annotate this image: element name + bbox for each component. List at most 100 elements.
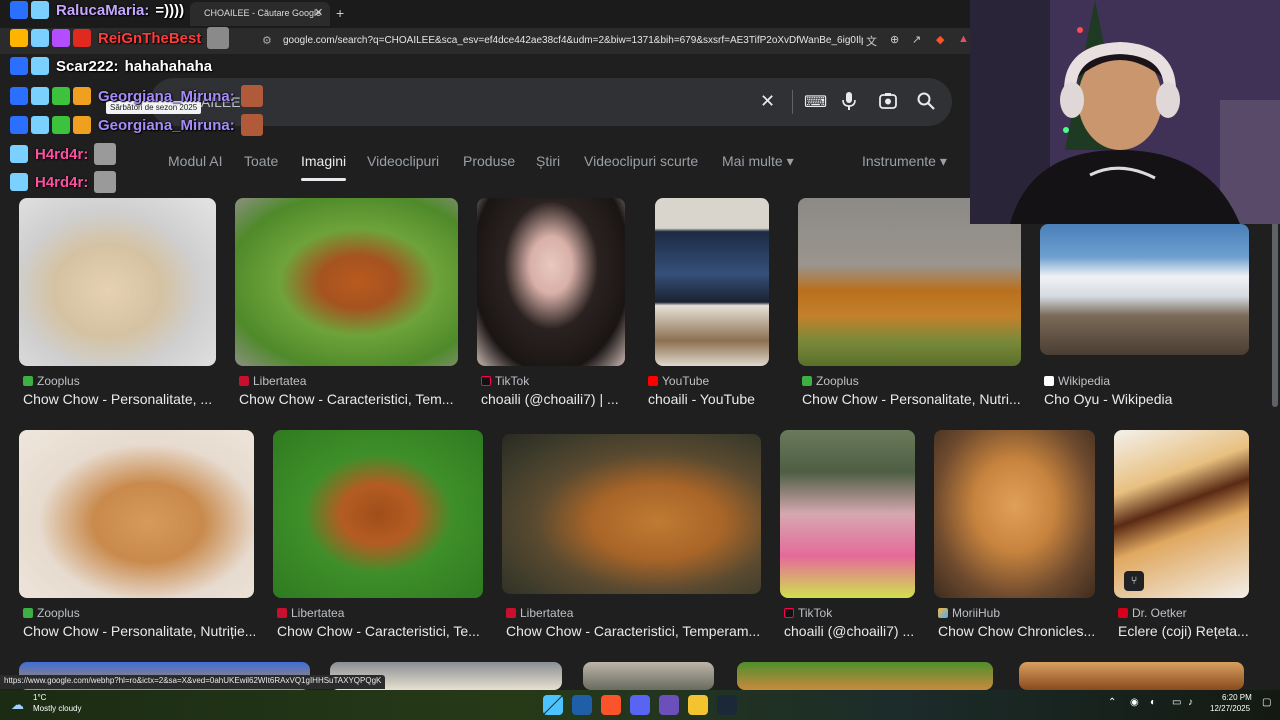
scrollbar-thumb[interactable] xyxy=(1272,222,1278,407)
search-box[interactable]: OAILEE ✕ ⌨ xyxy=(150,78,952,126)
result-thumbnail[interactable] xyxy=(583,662,714,690)
file-explorer-icon[interactable] xyxy=(688,695,708,715)
tray-app-icon[interactable]: ◉ xyxy=(1130,697,1139,708)
result-title[interactable]: Chow Chow Chronicles... xyxy=(938,623,1096,639)
browser-tab[interactable]: CHOAILEE - Căutare Google ✕ xyxy=(190,2,330,26)
tab-more[interactable]: Mai multe ▾ xyxy=(722,153,794,170)
obs-icon[interactable] xyxy=(659,695,679,715)
result-thumbnail[interactable] xyxy=(477,198,625,366)
result-title[interactable]: choaili (@choaili7) ... xyxy=(784,623,916,639)
result-thumbnail[interactable] xyxy=(1019,662,1244,690)
result-thumbnail[interactable] xyxy=(273,430,483,598)
task-view-icon[interactable] xyxy=(572,695,592,715)
brave-icon[interactable] xyxy=(601,695,621,715)
weather-icon[interactable]: ☁ xyxy=(11,697,24,713)
zoom-icon[interactable]: ⊕ xyxy=(890,33,899,46)
tab-videos[interactable]: Videoclipuri xyxy=(367,153,439,169)
chat-message: H4rd4r: xyxy=(10,170,117,194)
tab-all[interactable]: Toate xyxy=(244,153,278,169)
result-thumbnail[interactable] xyxy=(1040,224,1249,355)
result-title[interactable]: Eclere (coji) Rețeta... xyxy=(1118,623,1250,639)
result-source-label: Libertatea xyxy=(291,606,345,620)
keyboard-icon[interactable]: ⌨ xyxy=(804,92,827,112)
tray-chevron-icon[interactable]: ⌃ xyxy=(1108,697,1116,708)
chat-message: ReiGnTheBest xyxy=(10,26,230,50)
result-thumbnail[interactable] xyxy=(502,434,761,594)
result-title[interactable]: Chow Chow - Caracteristici, Temperam... xyxy=(506,623,761,639)
result-title[interactable]: Chow Chow - Caracteristici, Tem... xyxy=(239,391,457,407)
result-title[interactable]: choaili (@choaili7) | ... xyxy=(481,391,626,407)
result-thumbnail[interactable] xyxy=(19,198,216,366)
microphone-icon[interactable] xyxy=(842,92,856,114)
clock-time[interactable]: 6:20 PM xyxy=(1222,693,1252,702)
result-thumbnail[interactable] xyxy=(235,198,458,366)
chat-message: RalucaMaria: =)))) xyxy=(10,0,184,22)
search-icon[interactable] xyxy=(916,91,936,116)
result-thumbnail[interactable] xyxy=(737,662,993,690)
emote-icon xyxy=(240,114,263,136)
rewards-icon[interactable]: ▲ xyxy=(958,33,969,45)
tools-button[interactable]: Instrumente ▾ xyxy=(862,153,947,170)
result-title[interactable]: choaili - YouTube xyxy=(648,391,788,407)
chat-message: Scar222: hahahahaha xyxy=(10,54,212,78)
chat-username: H4rd4r: xyxy=(35,173,89,191)
url-field[interactable]: google.com/search?q=CHOAILEE&sca_esv=ef4… xyxy=(283,35,863,46)
site-settings-icon[interactable]: ⚙ xyxy=(262,34,272,47)
result-thumbnail[interactable] xyxy=(780,430,915,598)
result-thumbnail[interactable] xyxy=(655,198,769,366)
clear-icon[interactable]: ✕ xyxy=(760,91,775,112)
result-title[interactable]: Chow Chow - Personalitate, Nutriție... xyxy=(23,623,255,639)
chat-text: hahahahaha xyxy=(124,57,213,75)
notification-icon[interactable]: ▢ xyxy=(1262,697,1271,708)
chat-username: ReiGnTheBest xyxy=(98,29,202,47)
result-thumbnail[interactable] xyxy=(19,430,254,598)
result-source: Libertatea xyxy=(277,606,344,620)
badge-icon xyxy=(73,29,91,47)
badge-icon xyxy=(73,87,91,105)
result-source: MoriiHub xyxy=(938,606,1000,620)
result-source-label: Zooplus xyxy=(37,606,80,620)
volume-icon[interactable]: ♪ xyxy=(1188,697,1193,708)
weather-desc[interactable]: Mostly cloudy xyxy=(33,704,81,713)
result-title[interactable]: Cho Oyu - Wikipedia xyxy=(1044,391,1249,407)
result-source: Libertatea xyxy=(239,374,306,388)
discord-icon[interactable] xyxy=(630,695,650,715)
start-icon[interactable] xyxy=(543,695,563,715)
clock-date[interactable]: 12/27/2025 xyxy=(1210,704,1250,713)
badge-icon xyxy=(10,116,28,134)
libertatea-icon xyxy=(506,608,516,618)
share-icon[interactable]: ↗ xyxy=(912,33,921,46)
result-thumbnail[interactable] xyxy=(934,430,1095,598)
tab-products[interactable]: Produse xyxy=(463,153,515,169)
tab-ai-mode[interactable]: Modul AI xyxy=(168,153,222,169)
translate-icon[interactable]: 文 xyxy=(866,33,877,49)
tab-short-videos[interactable]: Videoclipuri scurte xyxy=(584,153,698,169)
result-title[interactable]: Chow Chow - Personalitate, Nutri... xyxy=(802,391,1020,407)
result-source: Zooplus xyxy=(802,374,859,388)
steam-icon[interactable] xyxy=(717,695,737,715)
result-source: TikTok xyxy=(481,374,529,388)
badge-icon xyxy=(31,116,49,134)
result-title[interactable]: Chow Chow - Personalitate, ... xyxy=(23,391,218,407)
emote-icon xyxy=(94,171,117,193)
result-title[interactable]: Chow Chow - Caracteristici, Te... xyxy=(277,623,482,639)
result-source: YouTube xyxy=(648,374,709,388)
libertatea-icon xyxy=(277,608,287,618)
chat-username: RalucaMaria: xyxy=(56,1,150,19)
badge-icon xyxy=(10,87,28,105)
wikipedia-icon xyxy=(1044,376,1054,386)
new-tab-button[interactable]: + xyxy=(336,5,344,21)
weather-temp[interactable]: 1°C xyxy=(33,693,46,702)
lens-icon[interactable] xyxy=(878,91,898,116)
emote-icon xyxy=(207,27,230,49)
badge-icon xyxy=(10,1,28,19)
tray-app-icon[interactable]: ◐ xyxy=(1150,697,1156,708)
result-source-label: Zooplus xyxy=(37,374,80,388)
tab-close-icon[interactable]: ✕ xyxy=(314,6,323,19)
tab-images[interactable]: Imagini xyxy=(301,153,346,169)
tab-news[interactable]: Știri xyxy=(536,153,560,169)
brave-shield-icon[interactable]: ◆ xyxy=(936,33,944,46)
streamer-webcam xyxy=(970,0,1280,224)
network-icon[interactable]: ▭ xyxy=(1172,697,1181,708)
status-link-preview: https://www.google.com/webhp?hl=ro&ictx=… xyxy=(0,675,386,689)
